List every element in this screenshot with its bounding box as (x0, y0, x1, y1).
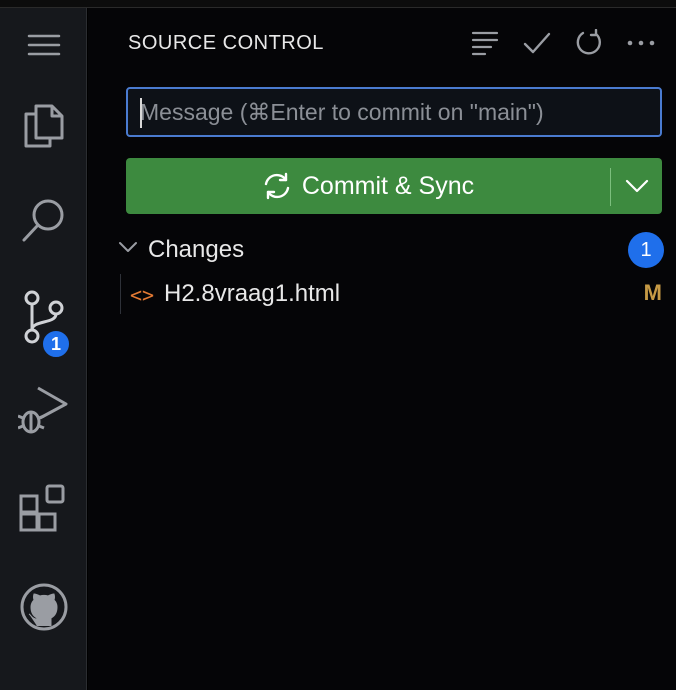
menu-button[interactable] (0, 10, 87, 80)
ellipsis-icon (627, 40, 655, 46)
refresh-button[interactable] (572, 26, 606, 60)
extensions-button[interactable] (0, 474, 87, 544)
source-control-badge: 1 (40, 328, 72, 360)
tree-indent-guide (120, 274, 121, 314)
activity-bar: 1 (0, 8, 87, 690)
extensions-icon (19, 484, 64, 532)
hamburger-menu-icon (27, 34, 60, 56)
commit-check-button[interactable] (520, 26, 554, 60)
commit-and-sync-button[interactable]: Commit & Sync (126, 158, 662, 214)
github-button[interactable] (0, 572, 87, 642)
html-code-icon: <> (130, 283, 155, 307)
checkmark-icon (523, 32, 551, 54)
github-icon (20, 583, 67, 631)
search-button[interactable] (0, 186, 87, 256)
sync-icon (264, 172, 290, 200)
chevron-down-icon (119, 242, 137, 252)
file-name: H2.8vraag1.html (164, 280, 341, 307)
source-control-panel: SOURCE CONTROL Message (⌘Enter to commit… (88, 8, 676, 690)
view-as-list-button[interactable] (468, 26, 502, 60)
changes-label: Changes (148, 236, 245, 263)
title-actions (468, 26, 658, 60)
run-debug-icon (17, 386, 67, 434)
commit-message-input[interactable] (126, 87, 662, 137)
vscode-window: 1 SOURCE CONTROL Message (⌘Enter to comm… (0, 0, 676, 690)
commit-dropdown-button[interactable] (611, 158, 662, 214)
list-icon (471, 31, 499, 56)
changes-group-header[interactable]: Changes 1 (114, 230, 664, 270)
source-control-button[interactable]: 1 (0, 282, 87, 360)
commit-button-label: Commit & Sync (301, 171, 475, 200)
file-status-modified: M (643, 280, 662, 305)
changed-file-row[interactable]: <> H2.8vraag1.html M (126, 274, 662, 314)
files-icon (24, 104, 63, 148)
panel-title: SOURCE CONTROL (128, 32, 324, 54)
window-top-edge (0, 0, 676, 8)
refresh-icon (576, 29, 601, 55)
chevron-down-icon (625, 179, 648, 193)
search-icon (22, 199, 63, 242)
more-actions-button[interactable] (624, 26, 658, 60)
explorer-button[interactable] (0, 90, 87, 160)
run-and-debug-button[interactable] (0, 376, 87, 446)
commit-main-action[interactable]: Commit & Sync (126, 158, 610, 214)
text-caret (140, 98, 142, 128)
changes-count-badge: 1 (628, 232, 664, 268)
